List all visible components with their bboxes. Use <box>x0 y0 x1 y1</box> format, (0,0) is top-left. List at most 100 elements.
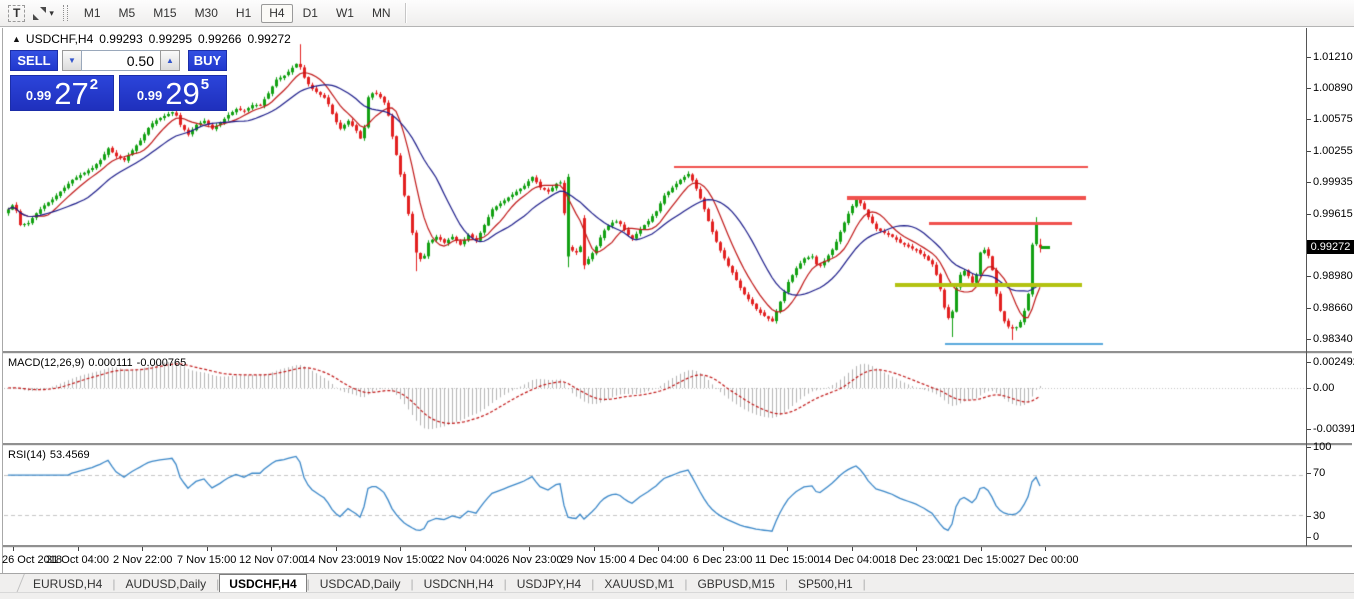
date-axis-tick <box>78 547 79 551</box>
macd-axis-label: 0.00 <box>1313 382 1334 394</box>
date-axis-tick <box>723 547 724 551</box>
rsi-axis-tick <box>1307 516 1311 517</box>
pane-separator[interactable] <box>2 351 1352 354</box>
buy-button[interactable]: BUY <box>188 50 227 71</box>
date-axis-tick <box>981 547 982 551</box>
date-axis-tick <box>1045 547 1046 551</box>
top-toolbar: T ▾ M1 M5 M15 M30 H1 H4 D1 W1 MN <box>0 0 1354 27</box>
date-axis-tick <box>271 547 272 551</box>
date-label: 19 Nov 15:00 <box>368 554 433 566</box>
date-axis-tick <box>336 547 337 551</box>
date-label: 14 Dec 04:00 <box>819 554 884 566</box>
volume-input[interactable] <box>81 50 161 71</box>
timeframe-button[interactable]: W1 <box>328 4 362 23</box>
timeframe-button[interactable]: H4 <box>261 4 292 23</box>
rsi-axis-tick <box>1307 537 1311 538</box>
rsi-indicator-canvas[interactable] <box>4 445 1307 545</box>
rsi-axis-label: 100 <box>1313 441 1331 453</box>
volume-decrease-button[interactable]: ▼ <box>62 50 82 71</box>
macd-axis-label: -0.003913 <box>1313 423 1354 435</box>
timeframe-label: MN <box>372 6 391 20</box>
macd-indicator-canvas[interactable] <box>4 353 1307 443</box>
date-axis-tick <box>529 547 530 551</box>
rsi-axis-tick <box>1307 447 1311 448</box>
date-axis-tick <box>787 547 788 551</box>
toolbar-grip[interactable] <box>63 5 68 21</box>
price-axis-label: 0.98340 <box>1313 333 1353 345</box>
macd-axis-tick <box>1307 388 1311 389</box>
date-axis-tick <box>207 547 208 551</box>
chart-tab[interactable]: EURUSD,H4 <box>23 574 112 593</box>
current-price-tag: 0.99272 <box>1307 240 1354 254</box>
timeframe-label: M30 <box>195 6 218 20</box>
timeframe-button[interactable]: MN <box>364 4 399 23</box>
chart-tab[interactable]: USDCAD,Daily <box>310 574 411 593</box>
diagonal-arrows-icon <box>33 7 46 20</box>
timeframe-button[interactable]: H1 <box>228 4 259 23</box>
date-axis-tick <box>658 547 659 551</box>
chart-tab[interactable]: USDCHF,H4 <box>219 574 306 593</box>
price-axis-label: 0.99935 <box>1313 176 1353 188</box>
chart-tab[interactable]: USDCNH,H4 <box>414 574 504 593</box>
price-axis-label: 0.98980 <box>1313 270 1353 282</box>
cursor-tool-button[interactable]: ▾ <box>30 3 57 24</box>
buy-price-prefix: 0.99 <box>137 88 162 103</box>
text-tool-button[interactable]: T <box>5 3 28 24</box>
date-label: 21 Dec 15:00 <box>948 554 1013 566</box>
up-arrow-icon: ▲ <box>166 56 174 65</box>
timeframe-button[interactable]: M5 <box>111 4 144 23</box>
chart-tab[interactable]: AUDUSD,Daily <box>115 574 216 593</box>
timeframe-label: H4 <box>269 6 284 20</box>
date-axis-tick <box>400 547 401 551</box>
date-axis-tick <box>852 547 853 551</box>
buy-price-panel[interactable]: 0.99 29 5 <box>119 75 227 111</box>
price-axis-label: 0.98660 <box>1313 302 1353 314</box>
chart-title: ▲ USDCHF,H4 0.99293 0.99295 0.99266 0.99… <box>12 32 297 46</box>
date-axis-tick <box>13 547 14 551</box>
ohlc-close: 0.99272 <box>247 32 290 46</box>
chart-tab[interactable]: USDJPY,H4 <box>507 574 591 593</box>
chart-tab[interactable]: GBPUSD,M15 <box>687 574 784 593</box>
timeframe-button[interactable]: M15 <box>145 4 184 23</box>
timeframe-label: H1 <box>236 6 251 20</box>
date-label: 31 Oct 04:00 <box>46 554 109 566</box>
sell-price-panel[interactable]: 0.99 27 2 <box>10 75 114 111</box>
timeframe-label: D1 <box>303 6 318 20</box>
volume-increase-button[interactable]: ▲ <box>160 50 180 71</box>
timeframe-button[interactable]: D1 <box>295 4 326 23</box>
chart-tab[interactable]: SP500,H1 <box>788 574 863 593</box>
toolbar-separator <box>405 3 406 23</box>
price-axis-tick <box>1307 214 1311 215</box>
sell-button[interactable]: SELL <box>10 50 58 71</box>
sell-price-big: 27 <box>54 81 88 107</box>
date-label: 2 Nov 22:00 <box>113 554 172 566</box>
date-label: 22 Nov 04:00 <box>432 554 497 566</box>
price-axis-tick <box>1307 151 1311 152</box>
chart-tab[interactable]: XAUUSD,M1 <box>594 574 684 593</box>
one-click-trading-panel: SELL ▼ ▲ BUY 0.99 27 2 0.99 29 5 <box>10 50 227 111</box>
price-axis-tick <box>1307 119 1311 120</box>
price-axis-label: 1.00575 <box>1313 113 1353 125</box>
date-axis-tick <box>916 547 917 551</box>
one-click-panel-toggle-icon[interactable]: ▲ <box>12 34 21 44</box>
tab-separator: | <box>863 574 866 593</box>
date-axis-tick <box>594 547 595 551</box>
price-axis-tick <box>1307 308 1311 309</box>
macd-label: MACD(12,26,9)0.000111-0.000765 <box>8 357 190 369</box>
timeframe-button[interactable]: M1 <box>76 4 109 23</box>
date-axis-tick <box>142 547 143 551</box>
dropdown-caret-icon: ▾ <box>49 8 54 19</box>
rsi-axis-label: 30 <box>1313 510 1325 522</box>
ohlc-low: 0.99266 <box>198 32 241 46</box>
date-label: 4 Dec 04:00 <box>629 554 688 566</box>
chart-symbol: USDCHF,H4 <box>26 32 93 46</box>
timeframe-button[interactable]: M30 <box>187 4 226 23</box>
window-left-edge <box>2 28 3 592</box>
pane-separator[interactable] <box>2 443 1352 446</box>
down-arrow-icon: ▼ <box>68 56 76 65</box>
pane-separator[interactable] <box>2 545 1352 548</box>
rsi-label: RSI(14)53.4569 <box>8 449 94 461</box>
date-label: 26 Nov 23:00 <box>497 554 562 566</box>
sell-price-sup: 2 <box>90 76 98 93</box>
price-axis-label: 1.00255 <box>1313 145 1353 157</box>
